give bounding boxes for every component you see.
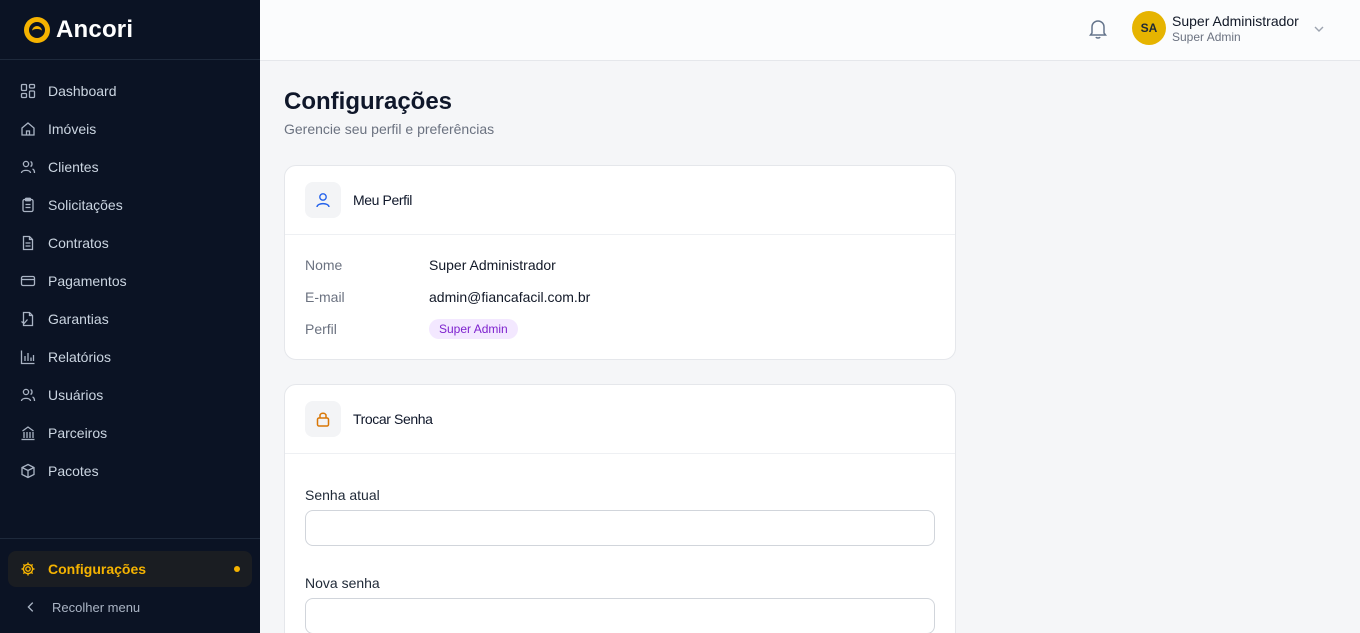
bell-icon[interactable]: [1088, 18, 1108, 40]
sidebar-item-label: Clientes: [48, 159, 99, 175]
field-value: admin@fiancafacil.com.br: [429, 289, 591, 305]
collapse-menu-button[interactable]: Recolher menu: [8, 589, 252, 625]
user-group-icon: [20, 387, 36, 403]
sidebar-item-relatorios[interactable]: Relatórios: [0, 338, 260, 376]
main-content: Configurações Gerencie seu perfil e pref…: [284, 61, 1360, 633]
sidebar-item-parceiros[interactable]: Parceiros: [0, 414, 260, 452]
collapse-menu-label: Recolher menu: [52, 599, 141, 615]
sidebar-item-label: Parceiros: [48, 425, 108, 441]
credit-card-icon: [20, 273, 36, 289]
package-icon: [20, 463, 36, 479]
profile-row-email: E-mail admin@fiancafacil.com.br: [285, 281, 955, 313]
sidebar-item-pagamentos[interactable]: Pagamentos: [0, 262, 260, 300]
sidebar-item-usuarios[interactable]: Usuários: [0, 376, 260, 414]
new-password-label: Nova senha: [305, 575, 380, 591]
new-password-input[interactable]: [305, 598, 935, 633]
sidebar-item-dashboard[interactable]: Dashboard: [0, 72, 260, 110]
file-check-icon: [20, 311, 36, 327]
field-value: Super Administrador: [429, 257, 556, 273]
sidebar-item-label: Usuários: [48, 387, 104, 403]
sidebar-item-solicitacoes[interactable]: Solicitações: [0, 186, 260, 224]
new-password-group: Nova senha: [285, 568, 955, 633]
sidebar-item-clientes[interactable]: Clientes: [0, 148, 260, 186]
sidebar-item-label: Pagamentos: [48, 273, 127, 289]
sidebar-item-imoveis[interactable]: Imóveis: [0, 110, 260, 148]
sidebar-item-label: Imóveis: [48, 121, 97, 137]
users-icon: [20, 159, 36, 175]
building-icon: [20, 425, 36, 441]
profile-card-header: Meu Perfil: [285, 166, 955, 235]
sidebar-item-pacotes[interactable]: Pacotes: [0, 452, 260, 490]
current-password-group: Senha atual: [285, 480, 955, 546]
user-info: Super Administrador Super Admin: [1172, 12, 1299, 45]
sidebar-item-label: Garantias: [48, 311, 109, 327]
user-icon: [305, 182, 341, 218]
chevron-left-icon: [24, 599, 38, 615]
current-password-label: Senha atual: [305, 487, 380, 503]
brand[interactable]: Ancori: [0, 0, 260, 60]
field-label: Nome: [305, 257, 343, 273]
page-title: Configurações: [284, 88, 453, 115]
user-role: Super Admin: [1172, 29, 1241, 44]
sidebar-item-label: Contratos: [48, 235, 109, 251]
file-text-icon: [20, 235, 36, 251]
lock-icon: [305, 401, 341, 437]
chevron-down-icon: [1313, 22, 1325, 34]
sidebar-item-configuracoes[interactable]: Configurações: [8, 551, 252, 587]
role-badge: Super Admin: [429, 319, 518, 339]
sidebar-item-contratos[interactable]: Contratos: [0, 224, 260, 262]
profile-card: Meu Perfil Nome Super Administrador E-ma…: [284, 165, 956, 360]
profile-fields: Nome Super Administrador E-mail admin@fi…: [285, 235, 955, 345]
avatar: SA: [1132, 11, 1166, 45]
sidebar-item-label: Pacotes: [48, 463, 99, 479]
clipboard-icon: [20, 197, 36, 213]
sidebar-item-label: Dashboard: [48, 83, 117, 99]
user-name: Super Administrador: [1172, 12, 1299, 29]
brand-name: Ancori: [56, 15, 134, 43]
sidebar-nav: Dashboard Imóveis Clientes Solicitações …: [0, 60, 260, 490]
logo-icon: [24, 16, 50, 43]
current-password-input[interactable]: [305, 510, 935, 546]
password-card-title: Trocar Senha: [353, 411, 433, 427]
bar-chart-icon: [20, 349, 36, 365]
page-subtitle: Gerencie seu perfil e preferências: [284, 121, 495, 137]
sidebar-item-label: Configurações: [48, 561, 147, 577]
password-card-header: Trocar Senha: [285, 385, 955, 454]
sidebar-item-garantias[interactable]: Garantias: [0, 300, 260, 338]
field-label: E-mail: [305, 289, 345, 305]
gear-icon: [20, 561, 36, 577]
sidebar: Ancori Dashboard Imóveis Clientes Solici…: [0, 0, 260, 633]
profile-card-title: Meu Perfil: [353, 192, 413, 208]
home-icon: [20, 121, 36, 137]
sidebar-item-label: Solicitações: [48, 197, 123, 213]
topbar: SA Super Administrador Super Admin: [260, 0, 1360, 61]
field-label: Perfil: [305, 321, 337, 337]
user-menu[interactable]: SA Super Administrador Super Admin: [1132, 11, 1325, 45]
profile-row-role: Perfil Super Admin: [285, 313, 955, 345]
password-card: Trocar Senha Senha atual Nova senha: [284, 384, 956, 633]
profile-row-name: Nome Super Administrador: [285, 249, 955, 281]
sidebar-footer: Configurações Recolher menu: [0, 538, 260, 633]
active-indicator: [234, 566, 240, 572]
sidebar-item-label: Relatórios: [48, 349, 112, 365]
grid-icon: [20, 83, 36, 99]
